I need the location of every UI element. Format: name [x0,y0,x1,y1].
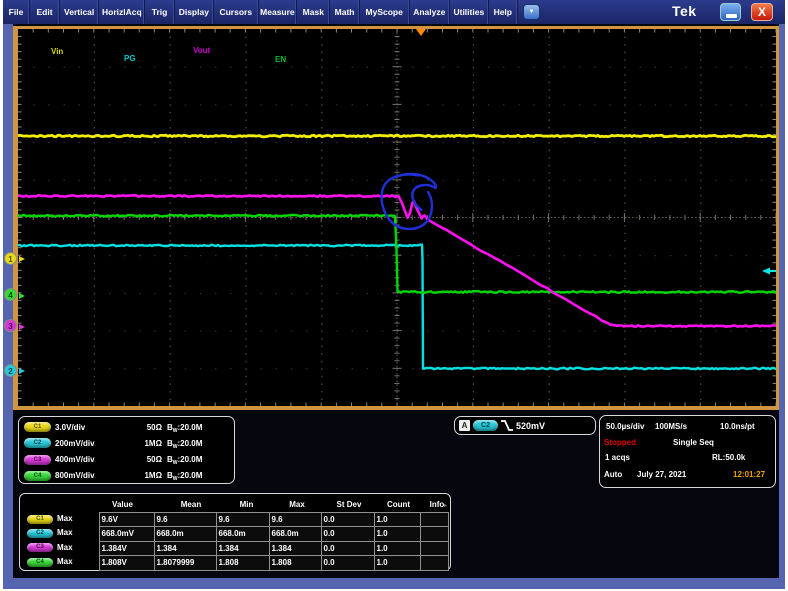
svg-text:EN: EN [275,55,286,64]
svg-text:Vout: Vout [193,46,211,55]
svg-text:PG: PG [124,54,136,63]
svg-text:Vin: Vin [51,47,63,56]
